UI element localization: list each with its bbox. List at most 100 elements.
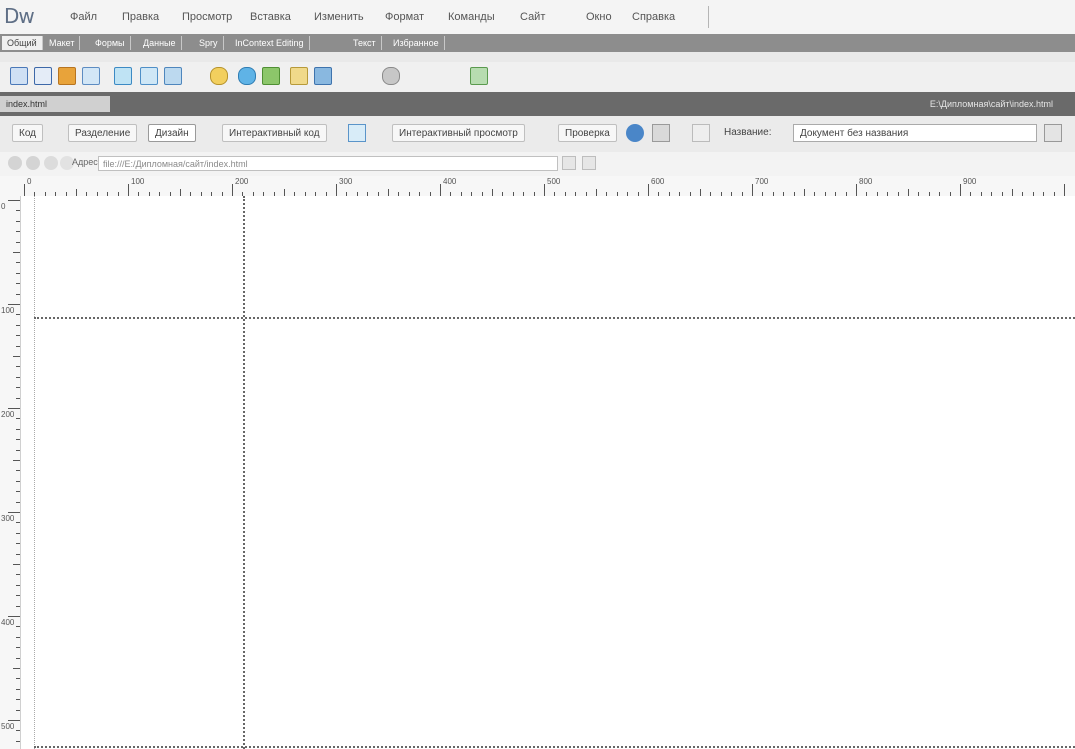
ruler-label: 200 xyxy=(1,410,15,419)
tag-chooser-icon[interactable] xyxy=(470,67,488,85)
menu-insert[interactable]: Вставка xyxy=(246,9,295,25)
ruler-label: 500 xyxy=(547,177,561,186)
ruler-label: 0 xyxy=(1,202,6,211)
forward-icon[interactable] xyxy=(26,156,40,170)
live-view-button[interactable]: Интерактивный просмотр xyxy=(392,124,525,142)
menu-file[interactable]: Файл xyxy=(66,9,101,25)
date-icon[interactable] xyxy=(210,67,228,85)
ruler-tick xyxy=(16,231,20,233)
menu-modify[interactable]: Изменить xyxy=(310,9,368,25)
refresh-icon[interactable] xyxy=(652,124,670,142)
comment-icon[interactable] xyxy=(262,67,280,85)
ruler-tick xyxy=(16,626,20,628)
ruler-label: 300 xyxy=(1,514,15,523)
ruler-tick xyxy=(128,184,129,196)
ruler-tick xyxy=(16,543,20,545)
address-input[interactable] xyxy=(98,156,558,171)
design-canvas[interactable] xyxy=(21,196,1075,749)
menu-format[interactable]: Формат xyxy=(381,9,428,25)
insert-tab-favorites[interactable]: Избранное xyxy=(388,36,445,50)
ruler-tick xyxy=(8,616,20,617)
ruler-tick xyxy=(16,272,20,274)
ruler-tick xyxy=(16,283,20,285)
ruler-label: 400 xyxy=(443,177,457,186)
hyperlink-icon[interactable] xyxy=(10,67,28,85)
validate-button[interactable]: Проверка xyxy=(558,124,617,142)
menu-commands[interactable]: Команды xyxy=(444,9,499,25)
menu-view[interactable]: Просмотр xyxy=(178,9,236,25)
ruler-label: 100 xyxy=(131,177,145,186)
ruler-tick xyxy=(16,366,20,368)
ruler-tick xyxy=(8,304,20,305)
image-icon[interactable] xyxy=(140,67,158,85)
view-options-icon[interactable] xyxy=(692,124,710,142)
insert-tab-incontext[interactable]: InContext Editing xyxy=(230,36,310,50)
inspect-icon[interactable] xyxy=(348,124,366,142)
ruler-tick xyxy=(16,345,20,347)
file-management-icon[interactable] xyxy=(1044,124,1062,142)
title-input[interactable] xyxy=(793,124,1037,142)
insert-tab-data[interactable]: Данные xyxy=(138,36,182,50)
ruler-tick xyxy=(16,657,20,659)
address-dropdown-icon[interactable] xyxy=(562,156,576,170)
ruler-tick xyxy=(8,200,20,201)
ruler-tick xyxy=(16,678,20,680)
div-icon[interactable] xyxy=(114,67,132,85)
script-icon[interactable] xyxy=(314,67,332,85)
design-view-button[interactable]: Дизайн xyxy=(148,124,196,142)
ruler-tick xyxy=(16,584,20,586)
document-path: E:\Дипломная\сайт\index.html xyxy=(929,99,1053,109)
ruler-label: 0 xyxy=(27,177,32,186)
ruler-tick xyxy=(16,210,20,212)
template-icon[interactable] xyxy=(382,67,400,85)
stop-icon[interactable] xyxy=(44,156,58,170)
ruler-tick xyxy=(908,189,909,196)
menu-site[interactable]: Сайт xyxy=(516,9,549,25)
server-include-icon[interactable] xyxy=(238,67,256,85)
insert-tab-common[interactable]: Общий xyxy=(2,36,43,50)
document-tab[interactable]: index.html xyxy=(0,96,110,112)
ruler-tick xyxy=(16,647,20,649)
table-icon[interactable] xyxy=(82,67,100,85)
ruler-label: 300 xyxy=(339,177,353,186)
ruler-tick xyxy=(16,699,20,701)
menu-help[interactable]: Справка xyxy=(628,9,679,25)
preview-browser-icon[interactable] xyxy=(626,124,644,142)
insert-tab-forms[interactable]: Формы xyxy=(90,36,131,50)
head-icon[interactable] xyxy=(290,67,308,85)
email-icon[interactable] xyxy=(34,67,52,85)
live-code-button[interactable]: Интерактивный код xyxy=(222,124,327,142)
anchor-icon[interactable] xyxy=(58,67,76,85)
ruler-tick xyxy=(16,553,20,555)
insert-tab-layout[interactable]: Макет xyxy=(44,36,81,50)
split-view-button[interactable]: Разделение xyxy=(68,124,138,142)
horizontal-ruler: 0 100 200 300 400 500 600 700 800 900 xyxy=(0,176,1075,197)
ruler-tick xyxy=(16,262,20,264)
ruler-tick xyxy=(440,184,441,196)
insert-icon-row xyxy=(0,62,1075,93)
row-guide xyxy=(34,317,1075,319)
ruler-tick xyxy=(13,252,20,253)
ruler-label: 100 xyxy=(1,306,15,315)
ruler-tick xyxy=(16,574,20,576)
back-icon[interactable] xyxy=(8,156,22,170)
ruler-tick xyxy=(960,184,961,196)
insert-tab-spry[interactable]: Spry xyxy=(194,36,224,50)
ruler-tick xyxy=(16,709,20,711)
bottom-guide xyxy=(34,746,1075,748)
ruler-tick xyxy=(8,720,20,721)
ruler-tick xyxy=(13,564,20,565)
ruler-tick xyxy=(648,184,649,196)
ruler-tick xyxy=(752,184,753,196)
ruler-tick xyxy=(232,184,233,196)
view-live-options-icon[interactable] xyxy=(582,156,596,170)
insert-tab-text[interactable]: Текст xyxy=(348,36,382,50)
media-icon[interactable] xyxy=(164,67,182,85)
menu-edit[interactable]: Правка xyxy=(118,9,163,25)
title-label: Название: xyxy=(724,127,772,138)
ruler-tick xyxy=(16,293,20,295)
ruler-label: 500 xyxy=(1,722,15,731)
code-view-button[interactable]: Код xyxy=(12,124,44,142)
menu-window[interactable]: Окно xyxy=(582,9,616,25)
ruler-tick xyxy=(16,595,20,597)
